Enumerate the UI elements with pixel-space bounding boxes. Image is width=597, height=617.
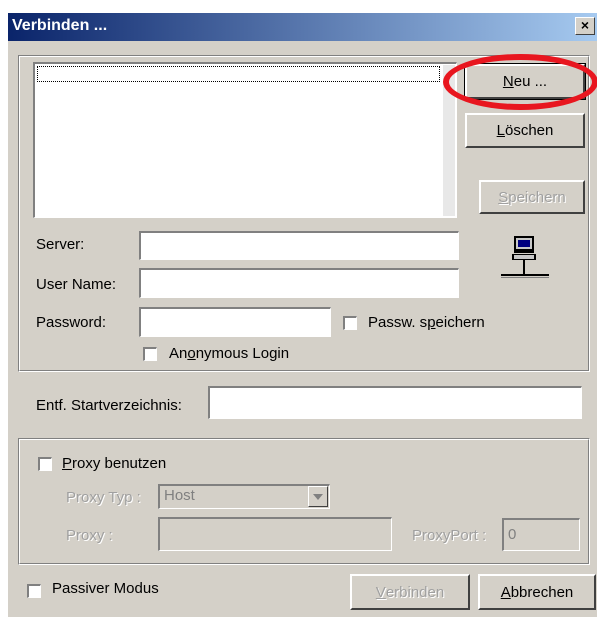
use-proxy-label[interactable]: Proxy benutzen: [62, 455, 166, 472]
proxy-type-select[interactable]: Host: [158, 484, 330, 509]
passive-mode-checkbox[interactable]: [27, 584, 41, 598]
computer-icon: [501, 236, 549, 278]
server-input[interactable]: [139, 231, 459, 260]
proxy-input[interactable]: [158, 517, 392, 551]
close-button[interactable]: ×: [575, 17, 595, 35]
delete-button[interactable]: Löschen: [465, 113, 585, 148]
cancel-button[interactable]: Abbrechen: [478, 574, 596, 610]
save-button[interactable]: Speichern: [479, 180, 585, 214]
passive-mode-label[interactable]: Passiver Modus: [52, 580, 159, 597]
window-title: Verbinden ...: [12, 17, 108, 34]
connect-button[interactable]: Verbinden: [350, 574, 470, 610]
save-password-checkbox[interactable]: [343, 316, 357, 330]
user-name-label: User Name:: [36, 276, 117, 293]
user-name-input[interactable]: [139, 268, 459, 298]
close-icon: ×: [580, 17, 590, 33]
use-proxy-checkbox[interactable]: [38, 457, 52, 471]
proxy-label: Proxy :: [66, 527, 113, 544]
password-label: Password:: [36, 314, 107, 331]
anonymous-login-checkbox[interactable]: [143, 347, 157, 361]
list-scrollbar[interactable]: [443, 65, 455, 216]
proxy-port-label: ProxyPort :: [412, 527, 487, 544]
server-label: Server:: [36, 236, 85, 253]
connection-list[interactable]: [33, 62, 457, 218]
dropdown-arrow-icon[interactable]: [308, 486, 328, 507]
remote-dir-input[interactable]: [208, 386, 582, 419]
save-password-label[interactable]: Passw. speichern: [368, 314, 485, 331]
remote-dir-label: Entf. Startverzeichnis:: [36, 397, 182, 414]
title-bar[interactable]: Verbinden ... ×: [8, 13, 597, 41]
anonymous-login-label[interactable]: Anonymous Login: [169, 345, 289, 362]
proxy-port-input[interactable]: 0: [502, 518, 580, 551]
password-input[interactable]: [139, 307, 331, 337]
new-button[interactable]: Neu ...: [464, 63, 586, 100]
list-focus-row[interactable]: [37, 66, 440, 82]
proxy-type-label: Proxy Typ :: [66, 489, 141, 506]
